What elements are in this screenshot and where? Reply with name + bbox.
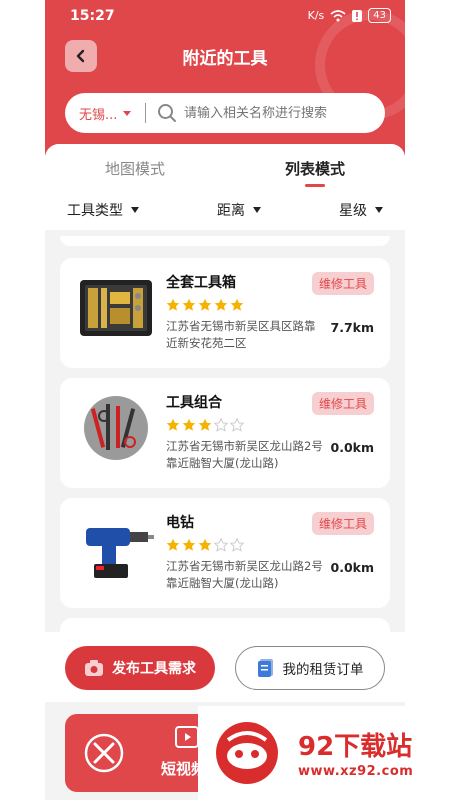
network-speed: K/s — [307, 9, 325, 22]
star-filled-icon — [214, 298, 228, 311]
star-filled-icon — [198, 538, 212, 551]
orders-button-label: 我的租赁订单 — [282, 662, 364, 678]
alert-icon — [352, 9, 363, 22]
star-filled-icon — [166, 538, 180, 551]
content-panel: 地图模式 列表模式 工具类型 距离 星级 全套工具箱 维修工具 江苏省无锡市新吴… — [45, 144, 405, 664]
star-filled-icon — [182, 418, 196, 431]
tab-list-mode[interactable]: 列表模式 — [225, 144, 405, 190]
list-item[interactable]: 工具组合 维修工具 江苏省无锡市新吴区龙山路2号靠近融智大厦(龙山路) 0.0k… — [60, 378, 390, 488]
list-item[interactable]: 电钻 维修工具 江苏省无锡市新吴区龙山路2号靠近融智大厦(龙山路) 0.0km — [60, 498, 390, 608]
star-empty-icon — [214, 418, 228, 432]
filter-label: 距离 — [217, 203, 245, 219]
site-logo — [216, 722, 278, 784]
tab-map-mode[interactable]: 地图模式 — [45, 144, 225, 190]
tool-list: 全套工具箱 维修工具 江苏省无锡市新吴区具区路靠近新安花苑二区 7.7km 工具… — [60, 236, 390, 636]
tool-name: 全套工具箱 — [166, 275, 236, 291]
star-empty-icon — [214, 538, 228, 552]
star-filled-icon — [198, 298, 212, 311]
status-bar: 15:27 K/s 43 — [45, 0, 405, 34]
caret-down-icon — [131, 207, 139, 213]
search-divider — [145, 103, 146, 123]
rating-stars — [166, 418, 244, 432]
category-tag: 维修工具 — [311, 512, 374, 535]
filter-distance[interactable]: 距离 — [217, 200, 261, 220]
star-filled-icon — [182, 298, 196, 311]
tool-set-image — [84, 396, 148, 460]
star-filled-icon — [198, 418, 212, 431]
drill-image — [86, 528, 154, 578]
status-time: 15:27 — [70, 8, 115, 24]
star-filled-icon — [166, 418, 180, 431]
tools-icon — [84, 733, 124, 773]
tool-distance: 7.7km — [330, 320, 374, 335]
star-empty-icon — [230, 538, 244, 552]
wifi-icon — [330, 9, 346, 21]
my-orders-button[interactable]: 我的租赁订单 — [235, 646, 385, 690]
toolbox-image — [80, 280, 152, 336]
tool-address: 江苏省无锡市新吴区龙山路2号靠近融智大厦(龙山路) — [166, 559, 323, 590]
star-empty-icon — [230, 418, 244, 432]
document-icon — [257, 659, 273, 677]
caret-down-icon — [253, 207, 261, 213]
search-icon — [158, 104, 176, 122]
status-icons: K/s 43 — [308, 8, 391, 23]
play-video-icon — [175, 726, 199, 748]
star-filled-icon — [182, 538, 196, 551]
city-label: 无锡... — [79, 107, 118, 123]
star-filled-icon — [230, 298, 244, 311]
filter-tool-type[interactable]: 工具类型 — [67, 200, 139, 220]
tool-address: 江苏省无锡市新吴区龙山路2号靠近融智大厦(龙山路) — [166, 439, 323, 470]
filter-label: 星级 — [339, 203, 367, 219]
list-item[interactable]: 全套工具箱 维修工具 江苏省无锡市新吴区具区路靠近新安花苑二区 7.7km — [60, 258, 390, 368]
city-selector[interactable]: 无锡... — [65, 104, 145, 123]
watermark-title: 92下载站 — [298, 732, 413, 762]
battery-indicator: 43 — [368, 8, 391, 23]
category-tag: 维修工具 — [311, 392, 374, 415]
tool-name: 电钻 — [166, 515, 194, 531]
bottom-action-bar: 发布工具需求 我的租赁订单 — [45, 632, 405, 702]
tool-distance: 0.0km — [330, 440, 374, 455]
site-watermark: 92下载站 www.xz92.com — [198, 706, 450, 800]
publish-request-button[interactable]: 发布工具需求 — [65, 646, 215, 690]
search-bar: 无锡... — [65, 93, 385, 133]
mode-tabs: 地图模式 列表模式 — [45, 144, 405, 190]
camera-icon — [85, 660, 103, 676]
tool-distance: 0.0km — [330, 560, 374, 575]
star-filled-icon — [166, 298, 180, 311]
search-input[interactable] — [184, 105, 364, 121]
filter-rating[interactable]: 星级 — [339, 200, 383, 220]
tool-name: 工具组合 — [166, 395, 222, 411]
rating-stars — [166, 538, 244, 552]
publish-button-label: 发布工具需求 — [112, 661, 196, 677]
rating-stars — [166, 298, 244, 312]
page-title: 附近的工具 — [182, 49, 268, 69]
category-tag: 维修工具 — [311, 272, 374, 295]
app-screen: 15:27 K/s 43 附近的工具 无锡... 地图模式 列表模式 工具类型 — [45, 0, 405, 800]
chevron-down-icon — [123, 110, 132, 116]
list-item-partial — [60, 236, 390, 246]
filter-bar: 工具类型 距离 星级 — [45, 190, 405, 230]
caret-down-icon — [375, 207, 383, 213]
filter-label: 工具类型 — [67, 203, 123, 219]
tool-address: 江苏省无锡市新吴区具区路靠近新安花苑二区 — [166, 319, 316, 350]
watermark-url: www.xz92.com — [298, 764, 414, 779]
